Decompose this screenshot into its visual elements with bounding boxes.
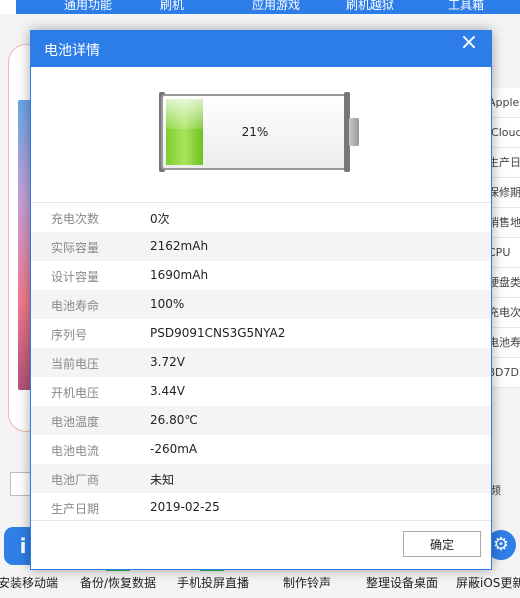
info-value: 100%: [150, 297, 185, 311]
battery-percent: 21%: [241, 125, 269, 139]
nav-tab-flash[interactable]: 刷机: [160, 0, 184, 13]
tool-screen-mirror[interactable]: 手机投屏直播: [177, 574, 249, 591]
info-row-actual-capacity: 实际容量 2162mAh: [31, 232, 491, 261]
info-value: 3.44V: [150, 384, 185, 398]
info-label: 序列号: [51, 328, 88, 342]
battery-icon: 21%: [161, 94, 349, 170]
info-label: 开机电压: [51, 386, 100, 400]
info-row-temperature: 电池温度 26.80℃: [31, 406, 491, 435]
info-row-battery-life: 电池寿命 100%: [31, 290, 491, 319]
battery-info-table: 充电次数 0次 实际容量 2162mAh 设计容量 1690mAh 电池寿命 1…: [31, 202, 491, 522]
battery-details-dialog: 电池详情 × 21% 充电次数 0次 实际容量 2162mAh 设计容量 169…: [30, 30, 492, 570]
info-label: 电池寿命: [51, 299, 100, 313]
nav-tab-toolbox[interactable]: 工具箱: [448, 0, 484, 13]
info-value: 1690mAh: [150, 268, 209, 282]
info-value: PSD9091CNS3G5NYA2: [150, 326, 286, 340]
info-value: 2162mAh: [150, 239, 209, 253]
info-row-design-capacity: 设计容量 1690mAh: [31, 261, 491, 290]
info-label: 电池厂商: [51, 473, 100, 487]
tool-make-ringtone[interactable]: 制作铃声: [283, 574, 331, 591]
info-label: 电池温度: [51, 415, 100, 429]
info-value: 0次: [150, 212, 170, 226]
info-value: 3.72V: [150, 355, 185, 369]
nav-tab-apps[interactable]: 应用游戏: [252, 0, 300, 13]
tool-install-mobile[interactable]: 安装移动端: [0, 574, 58, 591]
battery-graphic-area: 21%: [31, 67, 491, 202]
nav-tab-jailbreak[interactable]: 刷机越狱: [346, 0, 394, 13]
info-label: 生产日期: [51, 502, 100, 516]
info-value: -260mA: [150, 442, 198, 456]
dialog-footer: 确定: [31, 520, 491, 569]
info-row-manufacturer: 电池厂商 未知: [31, 464, 491, 493]
info-row-current-voltage: 当前电压 3.72V: [31, 348, 491, 377]
info-row-boot-voltage: 开机电压 3.44V: [31, 377, 491, 406]
info-label: 当前电压: [51, 357, 100, 371]
info-value: 26.80℃: [150, 413, 198, 427]
app-top-navigation: 通用功能 刷机 应用游戏 刷机越狱 工具箱: [0, 0, 520, 14]
bottom-toolbar: 安装移动端 备份/恢复数据 手机投屏直播 制作铃声 整理设备桌面 屏蔽iOS更新: [0, 573, 520, 598]
ok-button[interactable]: 确定: [403, 531, 481, 557]
info-label: 实际容量: [51, 241, 100, 255]
info-row-serial-number: 序列号 PSD9091CNS3G5NYA2: [31, 319, 491, 348]
dialog-header: 电池详情 ×: [31, 31, 491, 67]
info-value: 2019-02-25: [150, 500, 220, 514]
info-row-production-date: 生产日期 2019-02-25: [31, 493, 491, 522]
info-value: 未知: [150, 473, 175, 487]
info-label: 充电次数: [51, 212, 100, 226]
info-row-charge-count: 充电次数 0次: [31, 203, 491, 232]
nav-tab-home[interactable]: [0, 0, 16, 14]
tool-backup-restore[interactable]: 备份/恢复数据: [80, 574, 156, 591]
battery-cap: [349, 118, 359, 146]
nav-tab-general[interactable]: 通用功能: [64, 0, 112, 13]
tool-organize-desktop[interactable]: 整理设备桌面: [366, 574, 438, 591]
info-row-current: 电池电流 -260mA: [31, 435, 491, 464]
info-label: 电池电流: [51, 444, 100, 458]
info-label: 设计容量: [51, 270, 100, 284]
dialog-title: 电池详情: [44, 43, 100, 59]
close-icon[interactable]: ×: [457, 32, 481, 56]
tool-block-ios-update[interactable]: 屏蔽iOS更新: [456, 574, 520, 591]
